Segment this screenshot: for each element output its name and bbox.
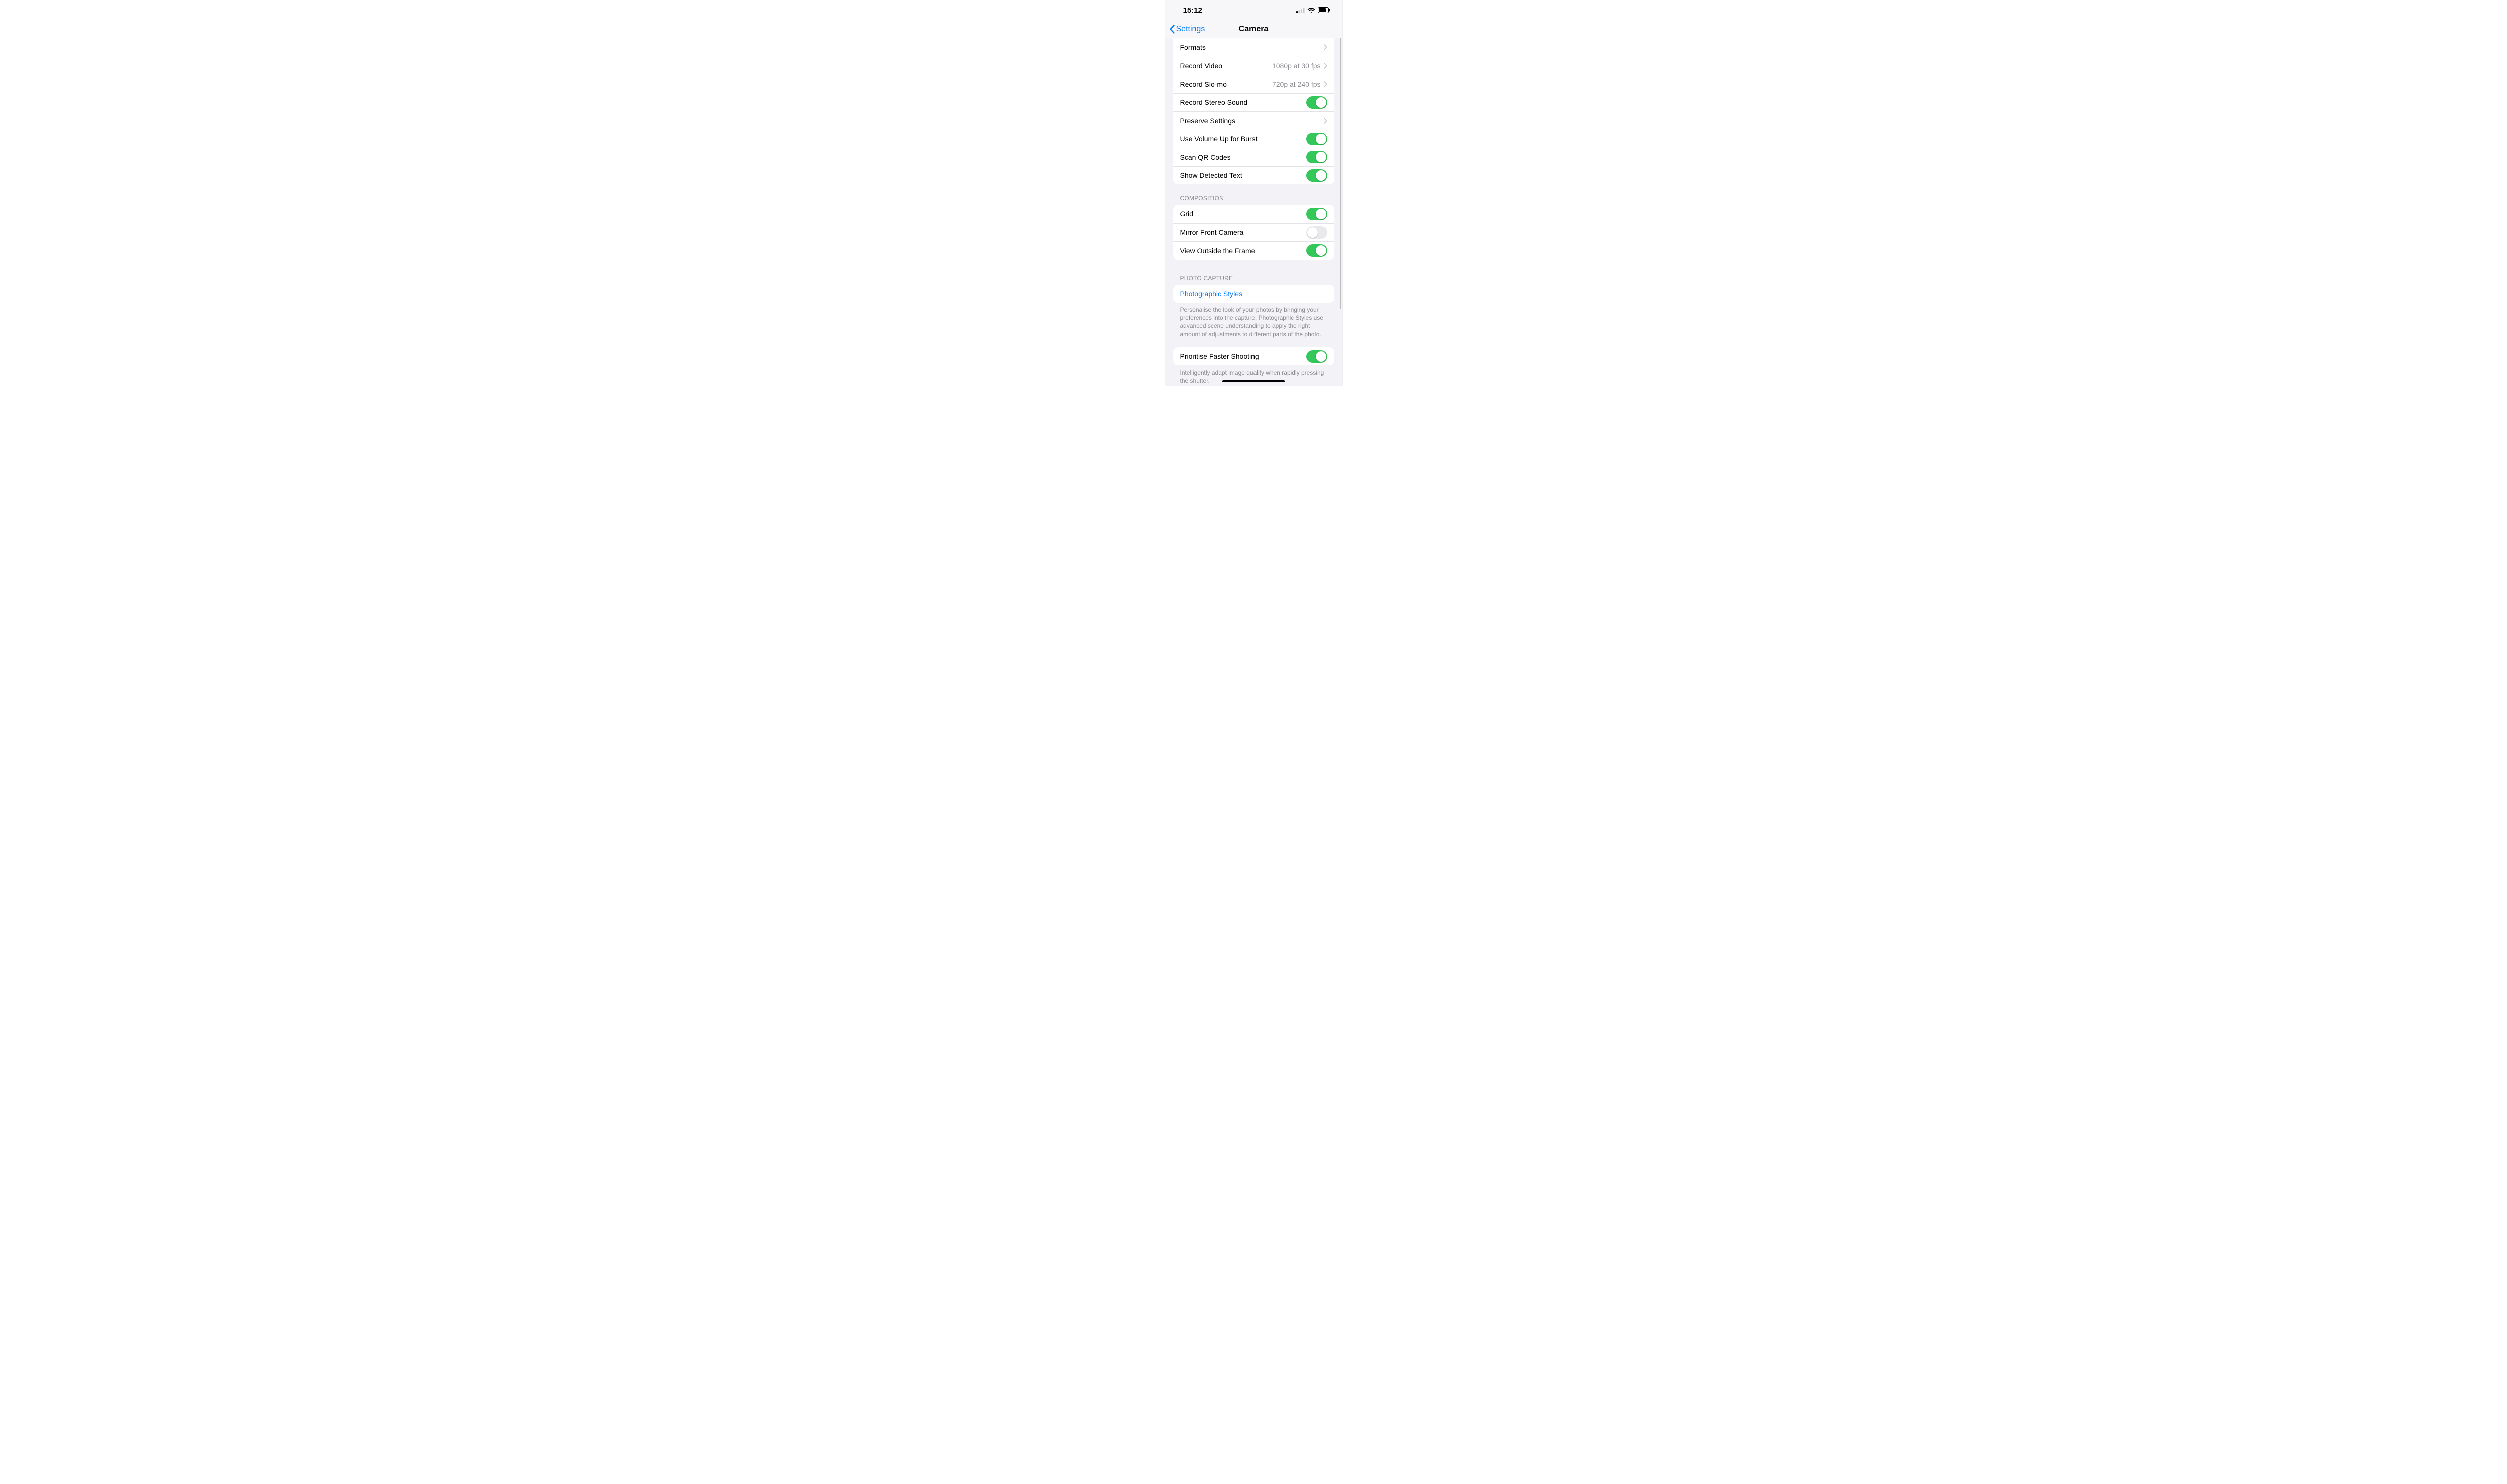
cellular-icon bbox=[1296, 8, 1305, 13]
value-record-video: 1080p at 30 fps bbox=[1272, 62, 1321, 70]
row-detected-text: Show Detected Text bbox=[1173, 166, 1334, 185]
label-prioritise: Prioritise Faster Shooting bbox=[1180, 352, 1306, 360]
section-composition: Grid Mirror Front Camera View Outside th… bbox=[1173, 205, 1334, 260]
row-record-slomo[interactable]: Record Slo-mo 720p at 240 fps bbox=[1173, 75, 1334, 93]
row-scan-qr: Scan QR Codes bbox=[1173, 148, 1334, 166]
row-grid: Grid bbox=[1173, 205, 1334, 223]
status-time: 15:12 bbox=[1183, 6, 1202, 15]
row-photographic-styles[interactable]: Photographic Styles bbox=[1173, 285, 1334, 303]
wifi-icon bbox=[1307, 8, 1315, 13]
label-photographic-styles: Photographic Styles bbox=[1180, 290, 1327, 298]
status-bar: 15:12 bbox=[1165, 0, 1342, 20]
chevron-right-icon bbox=[1324, 118, 1327, 124]
value-record-slomo: 720p at 240 fps bbox=[1272, 80, 1321, 88]
row-mirror-front: Mirror Front Camera bbox=[1173, 223, 1334, 242]
battery-icon bbox=[1318, 7, 1330, 13]
label-grid: Grid bbox=[1180, 210, 1306, 218]
settings-content[interactable]: Formats Record Video 1080p at 30 fps Rec… bbox=[1165, 38, 1342, 386]
toggle-prioritise[interactable] bbox=[1306, 350, 1327, 363]
label-record-video: Record Video bbox=[1180, 62, 1272, 70]
label-mirror-front: Mirror Front Camera bbox=[1180, 228, 1306, 236]
back-button[interactable]: Settings bbox=[1169, 25, 1205, 34]
row-view-outside: View Outside the Frame bbox=[1173, 241, 1334, 260]
row-formats[interactable]: Formats bbox=[1173, 38, 1334, 57]
label-volume-burst: Use Volume Up for Burst bbox=[1180, 135, 1306, 143]
label-formats: Formats bbox=[1180, 43, 1324, 51]
nav-bar: Settings Camera bbox=[1165, 20, 1342, 38]
label-view-outside: View Outside the Frame bbox=[1180, 247, 1306, 255]
label-scan-qr: Scan QR Codes bbox=[1180, 153, 1306, 161]
section-photo-styles: Photographic Styles bbox=[1173, 285, 1334, 303]
back-label: Settings bbox=[1176, 25, 1205, 34]
row-volume-burst: Use Volume Up for Burst bbox=[1173, 130, 1334, 148]
footer-photo-styles: Personalise the look of your photos by b… bbox=[1165, 303, 1342, 338]
chevron-right-icon bbox=[1324, 81, 1327, 87]
label-detected-text: Show Detected Text bbox=[1180, 171, 1306, 179]
row-record-video[interactable]: Record Video 1080p at 30 fps bbox=[1173, 57, 1334, 75]
section-prioritise: Prioritise Faster Shooting bbox=[1173, 347, 1334, 366]
status-icons bbox=[1296, 7, 1330, 13]
label-preserve: Preserve Settings bbox=[1180, 117, 1324, 125]
section-main: Formats Record Video 1080p at 30 fps Rec… bbox=[1173, 38, 1334, 184]
home-indicator[interactable] bbox=[1222, 380, 1285, 382]
toggle-mirror-front[interactable] bbox=[1306, 226, 1327, 239]
row-preserve-settings[interactable]: Preserve Settings bbox=[1173, 111, 1334, 130]
header-composition: Composition bbox=[1165, 184, 1342, 205]
toggle-stereo-sound[interactable] bbox=[1306, 96, 1327, 109]
chevron-right-icon bbox=[1324, 44, 1327, 50]
toggle-detected-text[interactable] bbox=[1306, 169, 1327, 182]
scrollbar[interactable] bbox=[1340, 38, 1341, 309]
toggle-view-outside[interactable] bbox=[1306, 244, 1327, 257]
row-prioritise-shooting: Prioritise Faster Shooting bbox=[1173, 347, 1334, 366]
toggle-scan-qr[interactable] bbox=[1306, 151, 1327, 163]
row-stereo-sound: Record Stereo Sound bbox=[1173, 93, 1334, 112]
toggle-grid[interactable] bbox=[1306, 208, 1327, 220]
chevron-left-icon bbox=[1169, 25, 1175, 34]
label-stereo-sound: Record Stereo Sound bbox=[1180, 98, 1306, 106]
header-photo-capture: Photo Capture bbox=[1165, 260, 1342, 285]
label-record-slomo: Record Slo-mo bbox=[1180, 80, 1272, 88]
phone-screen: 15:12 Settings bbox=[1165, 0, 1343, 386]
chevron-right-icon bbox=[1324, 63, 1327, 69]
toggle-volume-burst[interactable] bbox=[1306, 133, 1327, 145]
